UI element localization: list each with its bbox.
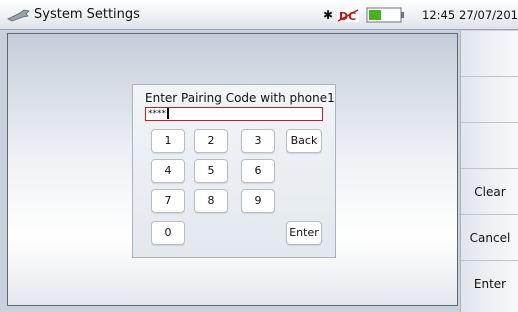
enter-button[interactable]: Enter — [461, 261, 518, 307]
cancel-button[interactable]: Cancel — [461, 215, 518, 261]
wrench-icon — [7, 9, 30, 22]
key-7[interactable]: 7 — [151, 189, 185, 213]
key-6[interactable]: 6 — [241, 159, 275, 183]
dialog-title: Enter Pairing Code with phone1 — [145, 91, 335, 105]
key-0[interactable]: 0 — [151, 221, 185, 245]
key-9[interactable]: 9 — [241, 189, 275, 213]
softkey-bar: Clear Cancel Enter — [460, 31, 518, 312]
battery-icon — [366, 7, 404, 23]
text-cursor — [167, 108, 169, 119]
softkey-1[interactable] — [461, 31, 518, 77]
main-panel: Enter Pairing Code with phone1 **** 1 2 … — [7, 33, 458, 306]
clear-button[interactable]: Clear — [461, 169, 518, 215]
title-bar: System Settings ✱ DC 12:45 27/07/2012 — [0, 0, 518, 30]
pairing-code-input[interactable]: **** — [145, 107, 323, 121]
key-2[interactable]: 2 — [194, 129, 228, 153]
pairing-code-value: **** — [148, 109, 166, 119]
key-1[interactable]: 1 — [151, 129, 185, 153]
back-button[interactable]: Back — [286, 129, 322, 153]
key-8[interactable]: 8 — [194, 189, 228, 213]
bluetooth-icon: ✱ — [323, 8, 334, 22]
softkey-3[interactable] — [461, 123, 518, 169]
dc-power-icon: DC — [337, 9, 359, 22]
date: 27/07/2012 — [459, 8, 518, 22]
enter-key[interactable]: Enter — [286, 221, 322, 245]
softkey-2[interactable] — [461, 77, 518, 123]
window-title: System Settings — [34, 7, 140, 22]
pairing-dialog: Enter Pairing Code with phone1 **** 1 2 … — [132, 84, 336, 258]
key-4[interactable]: 4 — [151, 159, 185, 183]
key-5[interactable]: 5 — [194, 159, 228, 183]
clock: 12:45 — [422, 8, 456, 22]
key-3[interactable]: 3 — [241, 129, 275, 153]
